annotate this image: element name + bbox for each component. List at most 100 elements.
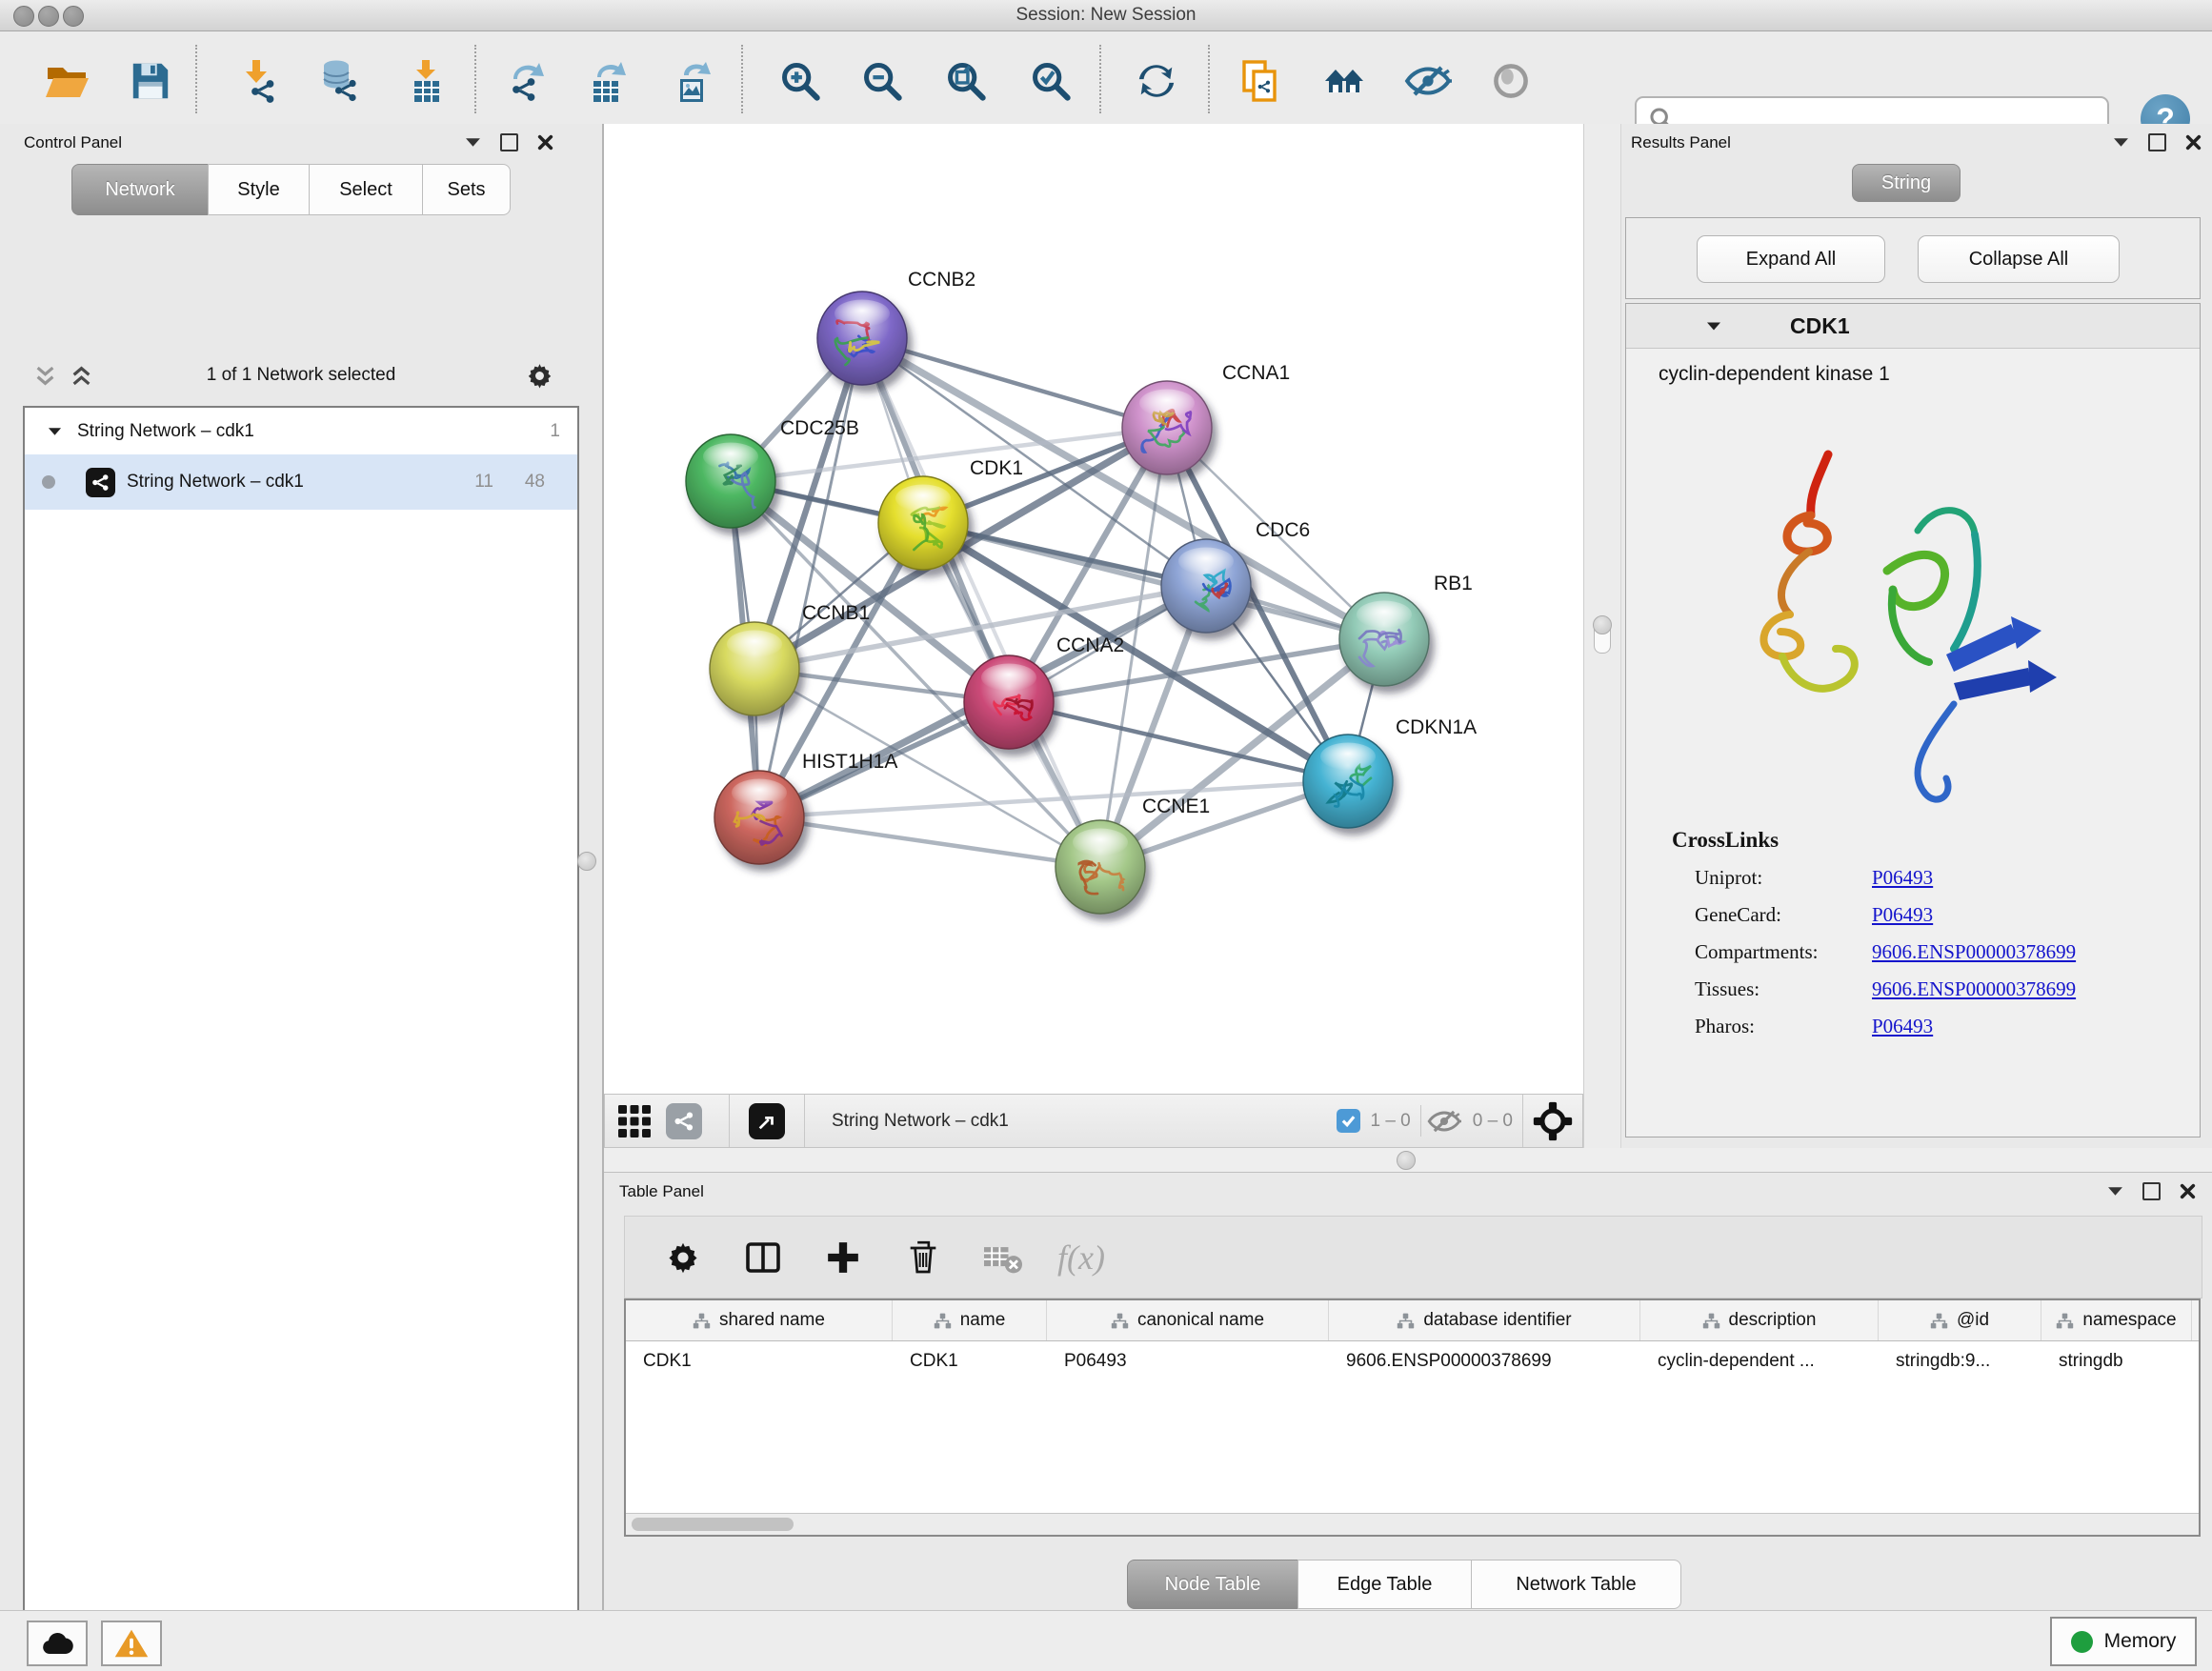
float-panel-icon[interactable] [500,133,518,151]
horizontal-scrollbar[interactable] [626,1513,2199,1535]
node-CCNB1[interactable] [710,622,799,715]
table-cell[interactable]: stringdb:9... [1879,1341,2041,1381]
column-header-shared-name[interactable]: shared name [626,1300,893,1340]
export-network-icon[interactable] [500,56,550,106]
splitter-handle[interactable] [1593,615,1612,634]
network-row[interactable]: String Network – cdk1 11 48 [25,454,577,510]
tab-edge-table[interactable]: Edge Table [1297,1560,1472,1609]
export-table-icon[interactable] [582,56,632,106]
scrollbar-thumb[interactable] [632,1518,794,1531]
crosslink-value-link[interactable]: P06493 [1872,1015,1933,1038]
column-header--id[interactable]: @id [1879,1300,2041,1340]
zoom-fit-icon[interactable] [941,56,991,106]
cloud-status-button[interactable] [27,1621,88,1666]
splitter-handle[interactable] [577,852,596,871]
gene-disclosure-icon[interactable] [1706,321,1721,332]
tab-string[interactable]: String [1852,164,1961,202]
column-header-description[interactable]: description [1640,1300,1879,1340]
horizontal-splitter[interactable] [604,1148,2212,1172]
clone-network-icon[interactable] [1235,56,1284,106]
table-cell[interactable]: stringdb [2041,1341,2192,1381]
selected-checkbox[interactable] [1337,1109,1360,1133]
tab-style[interactable]: Style [208,164,310,215]
close-panel-icon[interactable] [537,134,553,151]
table-cell[interactable]: P06493 [1047,1341,1329,1381]
open-in-window-icon[interactable] [745,1099,789,1143]
crosslink-value-link[interactable]: 9606.ENSP00000378699 [1872,940,2076,964]
expand-all-button[interactable]: Expand All [1697,235,1885,283]
column-header-database-identifier[interactable]: database identifier [1329,1300,1640,1340]
close-panel-icon[interactable] [2180,1183,2196,1199]
edge[interactable] [862,338,1167,428]
delete-column-icon[interactable] [901,1236,945,1279]
tab-network[interactable]: Network [71,164,209,215]
edge[interactable] [1009,702,1348,781]
table-cell[interactable]: cyclin-dependent ... [1640,1341,1879,1381]
column-header-name[interactable]: name [893,1300,1047,1340]
table-cell[interactable]: CDK1 [893,1341,1047,1381]
edge[interactable] [759,817,1100,867]
panel-menu-caret-icon[interactable] [2107,1186,2123,1197]
node-CCNE1[interactable] [1056,820,1145,914]
float-panel-icon[interactable] [2148,133,2166,151]
node-CDC6[interactable] [1161,539,1251,633]
node-CDC25B[interactable] [686,434,775,528]
splitter-handle[interactable] [1397,1151,1416,1170]
network-collection-row[interactable]: String Network – cdk1 1 [25,408,577,454]
memory-button[interactable]: Memory [2050,1617,2197,1666]
save-session-icon[interactable] [126,56,175,106]
crosslink-value-link[interactable]: P06493 [1872,903,1933,927]
import-table-icon[interactable] [401,56,451,106]
close-panel-icon[interactable] [2185,134,2202,151]
show-columns-icon[interactable] [741,1236,785,1279]
crosslink-value-link[interactable]: P06493 [1872,866,1933,890]
node-HIST1H1A[interactable] [714,771,804,864]
float-panel-icon[interactable] [2142,1182,2161,1200]
node-CCNA1[interactable] [1122,381,1212,474]
zoom-in-icon[interactable] [775,56,825,106]
table-options-gear-icon[interactable] [661,1236,705,1279]
import-network-icon[interactable] [233,56,283,106]
crosslink-value-link[interactable]: 9606.ENSP00000378699 [1872,977,2076,1001]
tab-select[interactable]: Select [309,164,423,215]
zoom-out-icon[interactable] [857,56,907,106]
collapse-all-button[interactable]: Collapse All [1918,235,2120,283]
string-panel-icon[interactable] [662,1099,706,1143]
node-CDKN1A[interactable] [1303,735,1393,828]
network-graph[interactable]: CCNB2CCNA1CDC25BCDK1CDC6RB1CCNB1CCNA2CDK… [604,124,1583,1094]
panel-menu-caret-icon[interactable] [2113,137,2129,148]
panel-menu-caret-icon[interactable] [465,137,481,148]
warning-button[interactable] [101,1621,162,1666]
column-header-namespace[interactable]: namespace [2041,1300,2192,1340]
zoom-selected-icon[interactable] [1026,56,1076,106]
tab-sets[interactable]: Sets [422,164,511,215]
home-icon[interactable] [1319,56,1369,106]
collapse-all-chevron-icon[interactable] [32,363,58,389]
column-header-canonical-name[interactable]: canonical name [1047,1300,1329,1340]
tab-network-table[interactable]: Network Table [1471,1560,1681,1609]
expand-all-chevron-icon[interactable] [69,363,94,389]
node-CCNA2[interactable] [964,655,1054,749]
refresh-icon[interactable] [1132,56,1181,106]
add-column-icon[interactable] [821,1236,865,1279]
node-RB1[interactable] [1339,593,1429,686]
table-cell[interactable]: 9606.ENSP00000378699 [1329,1341,1640,1381]
node-table[interactable]: shared namenamecanonical namedatabase id… [624,1299,2201,1537]
gene-section-header[interactable]: CDK1 [1626,304,2200,349]
birdseye-grid-icon[interactable] [613,1099,656,1143]
table-cell[interactable]: CDK1 [626,1341,893,1381]
hide-selected-eye-icon[interactable] [1403,56,1453,106]
collection-disclosure-icon[interactable] [48,427,62,436]
export-image-icon[interactable] [667,56,716,106]
network-selection-bar: 1 of 1 Network selected [0,349,602,402]
import-network-from-database-icon[interactable] [313,56,363,106]
node-CDK1[interactable] [878,476,968,570]
network-options-gear-icon[interactable] [526,362,553,390]
graphics-details-eye-icon[interactable] [1486,56,1536,106]
open-session-icon[interactable] [42,56,91,106]
edge[interactable] [923,523,1384,639]
network-canvas[interactable]: CCNB2CCNA1CDC25BCDK1CDC6RB1CCNB1CCNA2CDK… [604,124,1583,1094]
node-CCNB2[interactable] [817,292,907,385]
tab-node-table[interactable]: Node Table [1127,1560,1298,1609]
fit-selected-crosshair-icon[interactable] [1531,1099,1575,1143]
